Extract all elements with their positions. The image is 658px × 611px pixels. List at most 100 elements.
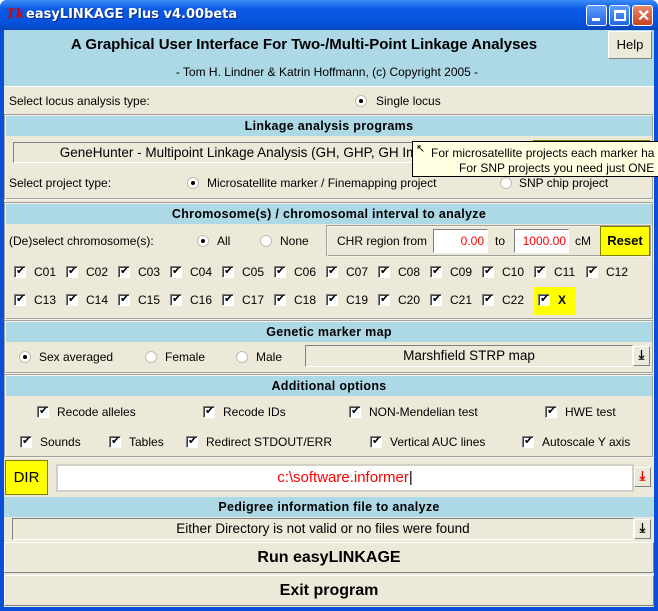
sex-averaged-radio[interactable]: [19, 351, 31, 363]
option-label: Autoscale Y axis: [542, 435, 631, 449]
chromosome-checkbox-c20[interactable]: [378, 292, 390, 306]
male-radio[interactable]: [236, 351, 248, 363]
chromosome-label: C07: [346, 265, 369, 279]
chromosome-checkbox-c02[interactable]: [66, 264, 78, 278]
tooltip: ↖ For microsatellite projects each marke…: [412, 141, 658, 177]
region-to-label: to: [495, 234, 506, 248]
header-panel: A Graphical User Interface For Two-/Mult…: [4, 30, 654, 86]
chromosome-checkbox-c12[interactable]: [586, 264, 598, 278]
marker-map-select[interactable]: Marshfield STRP map: [305, 345, 633, 367]
project-type-label: Select project type:: [9, 176, 112, 190]
chromosome-label: C21: [450, 293, 473, 307]
chromosome-label: C16: [190, 293, 213, 307]
option-checkbox-vertical-auc-lines[interactable]: [370, 434, 382, 448]
chromosome-checkbox-c18[interactable]: [274, 292, 286, 306]
run-easylinkage-button[interactable]: Run easyLINKAGE: [4, 542, 654, 573]
chromosome-checkbox-x[interactable]: [538, 292, 550, 306]
select-none-label: None: [280, 234, 309, 248]
chromosome-checkbox-c10[interactable]: [482, 264, 494, 278]
option-checkbox-tables[interactable]: [109, 434, 121, 448]
chromosome-checkbox-c16[interactable]: [170, 292, 182, 306]
maximize-icon: [614, 10, 626, 21]
option-checkbox-hwe-test[interactable]: [545, 404, 557, 418]
chromosome-checkbox-c09[interactable]: [430, 264, 442, 278]
dropdown-arrow-icon: ⤓: [638, 348, 645, 363]
dropdown-arrow-icon: ⤓: [639, 521, 646, 536]
region-from-label: CHR region from: [337, 234, 428, 248]
chromosome-checkbox-c13[interactable]: [14, 292, 26, 306]
close-icon: ✕: [637, 8, 651, 25]
chromosome-label: C08: [398, 265, 421, 279]
page-title: A Graphical User Interface For Two-/Mult…: [70, 36, 538, 53]
chromosome-label: C19: [346, 293, 369, 307]
region-unit-label: cM: [575, 234, 591, 248]
single-locus-label: Single locus: [376, 94, 441, 108]
chromosome-checkbox-c06[interactable]: [274, 264, 286, 278]
chromosome-label: C22: [502, 293, 525, 307]
region-to-input[interactable]: 1000.00: [514, 229, 569, 253]
dir-button[interactable]: DIR: [5, 460, 48, 495]
chromosome-checkbox-c17[interactable]: [222, 292, 234, 306]
region-from-input[interactable]: 0.00: [433, 229, 488, 253]
option-checkbox-redirect-stdout-err[interactable]: [186, 434, 198, 448]
option-label: Tables: [129, 435, 164, 449]
option-checkbox-autoscale-y-axis[interactable]: [522, 434, 534, 448]
female-radio[interactable]: [145, 351, 157, 363]
chromosome-checkbox-c19[interactable]: [326, 292, 338, 306]
snp-chip-radio[interactable]: [500, 177, 512, 189]
chromosome-label: C04: [190, 265, 213, 279]
female-label: Female: [165, 350, 206, 364]
chromosome-checkbox-c05[interactable]: [222, 264, 234, 278]
pedigree-dropdown-button[interactable]: ⤓: [634, 519, 651, 539]
chromosome-checkbox-c21[interactable]: [430, 292, 442, 306]
dropdown-arrow-icon: ⤓: [639, 469, 646, 484]
reset-button[interactable]: Reset: [600, 226, 650, 256]
option-label: Recode IDs: [223, 405, 286, 419]
marker-map-dropdown-button[interactable]: ⤓: [633, 346, 650, 366]
select-none-radio[interactable]: [260, 235, 272, 247]
option-checkbox-recode-ids[interactable]: [203, 404, 215, 418]
chromosome-label: C18: [294, 293, 317, 307]
directory-value: c:\software.informer: [277, 469, 409, 486]
snp-chip-label: SNP chip project: [519, 176, 609, 190]
deselect-label: (De)select chromosome(s):: [9, 234, 154, 248]
chromosome-label: C01: [34, 265, 57, 279]
select-all-label: All: [217, 234, 231, 248]
chromosome-checkbox-c04[interactable]: [170, 264, 182, 278]
title-bar[interactable]: Tk easyLINKAGE Plus v4.00beta ✕: [0, 0, 658, 30]
directory-dropdown-button[interactable]: ⤓: [634, 467, 651, 487]
select-all-radio[interactable]: [197, 235, 209, 247]
tk-app-icon: Tk: [6, 7, 25, 22]
chromosome-checkbox-c08[interactable]: [378, 264, 390, 278]
help-button[interactable]: Help: [608, 31, 652, 59]
microsatellite-radio[interactable]: [187, 177, 199, 189]
option-checkbox-non-mendelian-test[interactable]: [349, 404, 361, 418]
marker-map-section-title: Genetic marker map: [6, 322, 652, 342]
chromosome-label: C09: [450, 265, 473, 279]
chromosome-checkbox-c15[interactable]: [118, 292, 130, 306]
chromosome-label: C10: [502, 265, 525, 279]
close-button[interactable]: ✕: [632, 5, 653, 26]
exit-program-button[interactable]: Exit program: [4, 575, 654, 606]
option-label: Sounds: [40, 435, 81, 449]
chromosome-checkbox-c03[interactable]: [118, 264, 130, 278]
pedigree-select[interactable]: Either Directory is not valid or no file…: [12, 518, 634, 540]
minimize-button[interactable]: [586, 5, 607, 26]
chromosome-checkbox-c11[interactable]: [534, 264, 546, 278]
chromosome-checkbox-c22[interactable]: [482, 292, 494, 306]
microsatellite-label: Microsatellite marker / Finemapping proj…: [207, 176, 437, 190]
maximize-button[interactable]: [609, 5, 630, 26]
single-locus-radio[interactable]: [355, 95, 367, 107]
chromosome-checkbox-c07[interactable]: [326, 264, 338, 278]
chromosome-label: C06: [294, 265, 317, 279]
chromosome-label: C14: [86, 293, 109, 307]
option-checkbox-sounds[interactable]: [20, 434, 32, 448]
directory-input[interactable]: c:\software.informer|: [56, 464, 634, 492]
chromosome-label: C02: [86, 265, 109, 279]
option-checkbox-recode-alleles[interactable]: [37, 404, 49, 418]
chromosome-checkbox-c14[interactable]: [66, 292, 78, 306]
chromosome-label: C05: [242, 265, 265, 279]
option-label: Recode alleles: [57, 405, 136, 419]
chromosome-label: C11: [554, 265, 576, 279]
chromosome-checkbox-c01[interactable]: [14, 264, 26, 278]
